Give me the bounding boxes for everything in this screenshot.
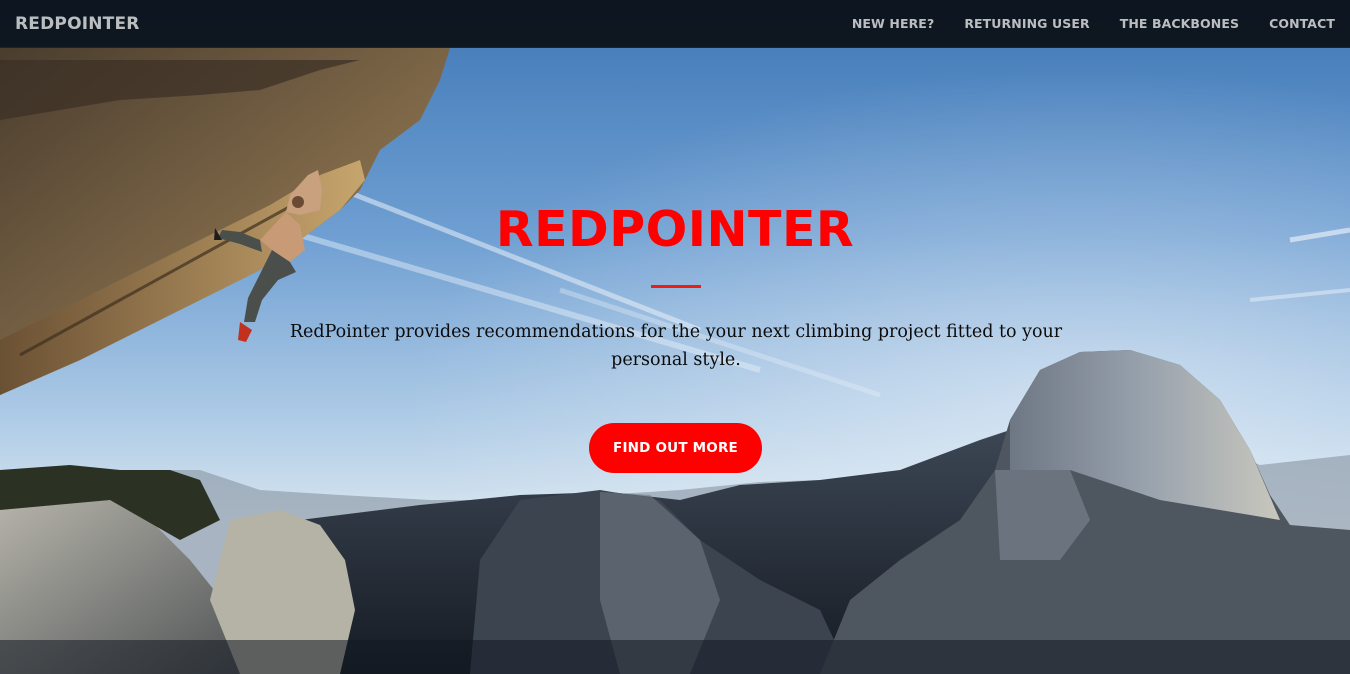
nav-item-the-backbones: THE BACKBONES [1105,0,1254,48]
nav-item-new-here: NEW HERE? [837,0,949,48]
hero-content: REDPOINTER RedPointer provides recommend… [0,0,1350,674]
find-out-more-button[interactable]: FIND OUT MORE [589,423,762,473]
nav-item-contact: CONTACT [1254,0,1335,48]
nav-link-returning-user[interactable]: RETURNING USER [949,0,1104,48]
top-navbar: REDPOINTER NEW HERE? RETURNING USER THE … [0,0,1350,48]
nav-link-contact[interactable]: CONTACT [1254,0,1335,48]
nav-menu: NEW HERE? RETURNING USER THE BACKBONES C… [837,0,1335,48]
hero-lead-text: RedPointer provides recommendations for … [289,322,1063,370]
brand-logo-link[interactable]: REDPOINTER [15,14,140,34]
nav-item-returning-user: RETURNING USER [949,0,1104,48]
nav-link-new-here[interactable]: NEW HERE? [837,0,949,48]
hero-title: REDPOINTER [495,201,855,258]
hero-section: REDPOINTER NEW HERE? RETURNING USER THE … [0,0,1350,674]
nav-link-the-backbones[interactable]: THE BACKBONES [1105,0,1254,48]
title-divider [651,285,701,288]
